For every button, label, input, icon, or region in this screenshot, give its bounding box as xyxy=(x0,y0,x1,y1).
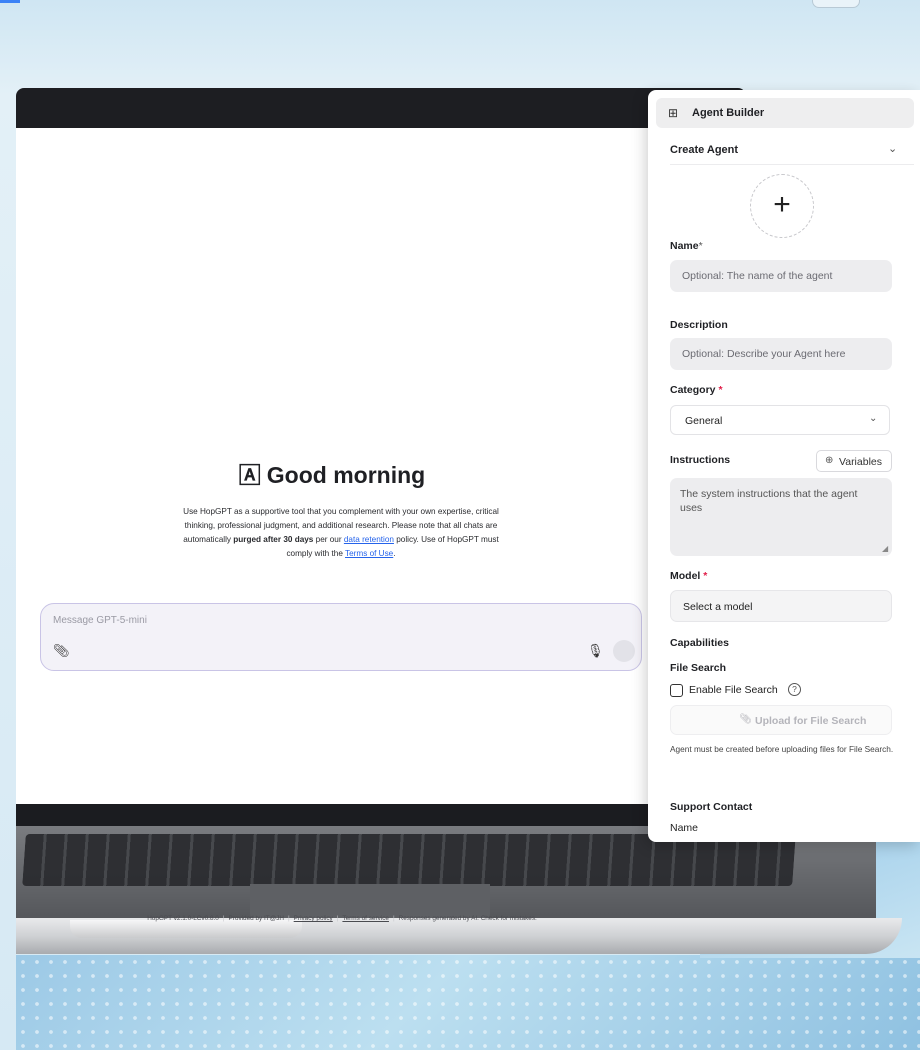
message-input[interactable] xyxy=(53,615,473,626)
attach-file-icon[interactable]: 📎︎ xyxy=(53,643,70,659)
category-select[interactable]: General ⌄ xyxy=(670,405,890,435)
footer-disclaimer: Responses generated by AI. Check for mis… xyxy=(398,915,537,922)
model-select[interactable]: Select a model xyxy=(670,590,892,622)
plus-circle-icon: ⊕ xyxy=(825,455,834,466)
variables-button[interactable]: ⊕ Variables xyxy=(816,450,892,472)
top-corner-button xyxy=(812,0,860,8)
privacy-policy-link[interactable]: Privacy policy xyxy=(294,915,333,922)
intro-text: Use HopGPT as a supportive tool that you… xyxy=(181,505,501,561)
description-label: Description xyxy=(670,319,728,331)
laptop-trackpad xyxy=(250,884,490,918)
terms-of-service-link[interactable]: Terms of service xyxy=(342,915,389,922)
instructions-label: Instructions xyxy=(670,454,731,466)
upload-file-search-button[interactable]: 📎︎ Upload for File Search xyxy=(670,705,892,735)
model-value: Select a model xyxy=(683,601,753,613)
model-label: Model * xyxy=(670,570,708,582)
panel-title: Agent Builder xyxy=(692,107,765,119)
microphone-icon[interactable]: 🎙︎ xyxy=(587,643,604,659)
greeting-text: Good morning xyxy=(266,462,426,488)
message-composer: 📎︎ 🎙︎ xyxy=(40,603,642,671)
paperclip-icon: 📎︎ xyxy=(739,714,752,725)
footer: HopGPT v2.1.0-LCv0.8.0 | Provided by IT@JH… xyxy=(147,915,537,922)
top-accent-line xyxy=(0,0,20,3)
divider xyxy=(670,164,914,165)
laptop-notch xyxy=(70,920,302,938)
footer-version: HopGPT v2.1.0-LCv0.8.0 xyxy=(147,915,219,922)
description-input[interactable] xyxy=(670,338,892,370)
file-search-label: File Search xyxy=(670,662,727,674)
instructions-placeholder: The system instructions that the agent u… xyxy=(680,488,858,514)
support-name-label: Name xyxy=(670,822,699,834)
background-pattern xyxy=(16,955,920,1050)
send-button[interactable] xyxy=(613,640,635,662)
name-input[interactable] xyxy=(670,260,892,292)
agent-builder-icon: ⊞ xyxy=(668,106,679,120)
create-agent-dropdown[interactable]: Create Agent xyxy=(670,144,738,156)
greeting: 🄰 Good morning xyxy=(16,458,648,490)
category-value: General xyxy=(685,415,723,427)
intro-part: . xyxy=(393,549,396,558)
agent-builder-header[interactable]: ⊞ Agent Builder xyxy=(656,98,914,128)
instructions-textarea[interactable]: The system instructions that the agent u… xyxy=(670,478,892,556)
resize-handle-icon[interactable]: ◢ xyxy=(882,544,888,553)
category-label: Category * xyxy=(670,384,723,396)
intro-part: per our xyxy=(313,535,344,544)
capabilities-label: Capabilities xyxy=(670,637,729,649)
hopgpt-logo-icon: 🄰 xyxy=(238,463,261,488)
enable-file-search-label[interactable]: Enable File Search xyxy=(689,684,778,696)
chevron-down-icon: ⌄ xyxy=(869,413,878,424)
variables-label: Variables xyxy=(839,456,882,468)
name-label: Name* xyxy=(670,240,703,252)
agent-builder-panel: ⊞ Agent Builder Create Agent ⌄ + Name* D… xyxy=(648,90,920,842)
upload-label: Upload for File Search xyxy=(755,715,867,727)
chat-screen: 🄰 Good morning Use HopGPT as a supportive… xyxy=(16,128,656,922)
intro-bold: purged after 30 days xyxy=(233,535,314,544)
add-avatar-button[interactable]: + xyxy=(750,174,814,238)
upload-note: Agent must be created before uploading f… xyxy=(670,744,894,754)
laptop-top-bezel xyxy=(16,88,746,128)
data-retention-link[interactable]: data retention xyxy=(344,535,394,544)
terms-of-use-link[interactable]: Terms of Use xyxy=(345,549,393,558)
help-icon[interactable]: ? xyxy=(788,683,801,696)
footer-provider: Provided by IT@JH xyxy=(228,915,285,922)
chevron-down-icon[interactable]: ⌄ xyxy=(888,142,897,155)
laptop-bottom-bezel xyxy=(16,804,648,826)
enable-file-search-checkbox[interactable] xyxy=(670,684,683,697)
support-contact-label: Support Contact xyxy=(670,801,753,813)
